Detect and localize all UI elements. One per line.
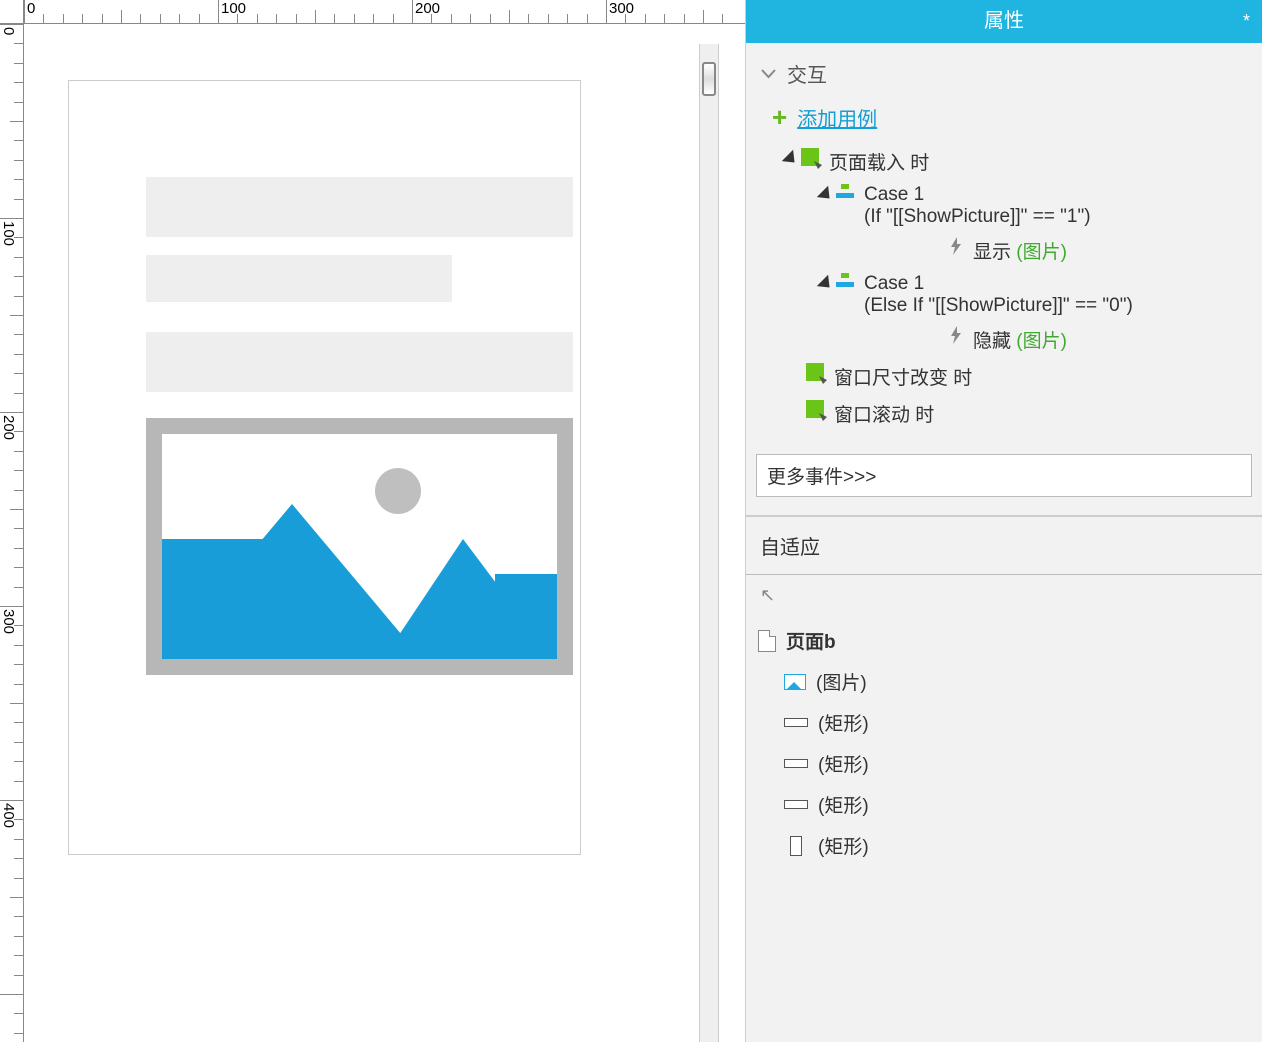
outline-item-label: (矩形) (818, 832, 869, 859)
outline-panel: 页面b (图片) (矩形) (矩形) (矩形) (矩形) (746, 616, 1262, 886)
artboard[interactable] (68, 80, 581, 855)
chevron-down-icon (760, 65, 777, 82)
popout-icon[interactable]: ↖ (760, 585, 775, 605)
outline-item[interactable]: (矩形) (754, 784, 1254, 825)
action-show-target: (图片) (1016, 242, 1067, 263)
design-surface[interactable] (24, 24, 745, 1042)
event-page-load[interactable]: 页面载入 时 (756, 143, 1252, 180)
action-hide[interactable]: 隐藏 (图片) (821, 321, 1252, 358)
expand-triangle-icon[interactable] (782, 150, 800, 168)
case-icon (836, 273, 854, 287)
action-hide-label: 隐藏 (973, 331, 1011, 352)
adaptive-label: 自适应 (760, 537, 820, 559)
event-icon (806, 363, 824, 381)
case-icon (836, 184, 854, 198)
placeholder-rect-1[interactable] (146, 177, 573, 237)
add-case-button[interactable]: + 添加用例 (746, 96, 1262, 139)
more-events-button[interactable]: 更多事件>>> (756, 454, 1252, 497)
outline-toolbar[interactable]: ↖ (746, 574, 1262, 616)
panel-title-bar[interactable]: 属性 * (746, 0, 1262, 43)
add-case-label: 添加用例 (797, 103, 877, 132)
outline-page-name: 页面b (786, 627, 836, 654)
outline-item-label: (矩形) (818, 709, 869, 736)
event-label: 页面载入 时 (829, 148, 929, 175)
adaptive-section-header[interactable]: 自适应 (746, 516, 1262, 574)
more-events-label: 更多事件>>> (767, 467, 876, 488)
case-name: Case 1 (864, 273, 1133, 295)
outline-item[interactable]: (矩形) (754, 825, 1254, 866)
rectangle-icon (784, 800, 808, 809)
event-label: 窗口滚动 时 (834, 400, 934, 427)
rectangle-icon (784, 718, 808, 727)
action-show[interactable]: 显示 (图片) (821, 232, 1252, 269)
bolt-icon (949, 237, 963, 255)
outline-item-label: (矩形) (818, 791, 869, 818)
rectangle-icon (784, 759, 808, 768)
panel-collapse-handle[interactable] (702, 62, 716, 96)
case-name: Case 1 (864, 184, 1091, 206)
canvas-area[interactable]: 0100200300 0100200300400 (0, 0, 745, 1042)
placeholder-rect-2[interactable] (146, 255, 452, 302)
outline-page-row[interactable]: 页面b (754, 620, 1254, 661)
image-placeholder-icon (162, 434, 557, 659)
outline-item[interactable]: (矩形) (754, 702, 1254, 743)
expand-triangle-icon[interactable] (817, 275, 835, 293)
plus-icon: + (772, 102, 787, 133)
scrollbar-gutter[interactable] (699, 44, 719, 1042)
outline-item[interactable]: (矩形) (754, 743, 1254, 784)
rectangle-icon (790, 836, 802, 856)
vertical-ruler[interactable]: 0100200300400 (0, 24, 24, 1042)
case-1[interactable]: Case 1 (If "[[ShowPicture]]" == "1") (821, 180, 1252, 232)
outline-item-label: (图片) (816, 668, 867, 695)
outline-item[interactable]: (图片) (754, 661, 1254, 702)
ruler-corner (0, 0, 24, 24)
event-icon (801, 148, 819, 166)
event-icon (806, 400, 824, 418)
interaction-label: 交互 (787, 59, 827, 88)
interaction-section: 交互 + 添加用例 页面载入 时 Case 1 (If "[[ShowPictu… (746, 43, 1262, 516)
interaction-section-header[interactable]: 交互 (746, 51, 1262, 96)
image-widget[interactable] (146, 418, 573, 675)
page-icon (758, 630, 776, 652)
event-window-scroll[interactable]: 窗口滚动 时 (756, 395, 1252, 432)
action-show-label: 显示 (973, 242, 1011, 263)
case-condition: (If "[[ShowPicture]]" == "1") (864, 206, 1091, 228)
outline-item-label: (矩形) (818, 750, 869, 777)
modified-indicator: * (1243, 0, 1250, 43)
panel-title-text: 属性 (984, 10, 1024, 32)
horizontal-ruler[interactable]: 0100200300 (24, 0, 745, 24)
case-condition: (Else If "[[ShowPicture]]" == "0") (864, 295, 1133, 317)
properties-panel: 属性 * 交互 + 添加用例 页面载入 时 (745, 0, 1262, 1042)
image-icon (784, 674, 806, 690)
expand-triangle-icon[interactable] (817, 186, 835, 204)
action-hide-target: (图片) (1016, 331, 1067, 352)
case-2[interactable]: Case 1 (Else If "[[ShowPicture]]" == "0"… (821, 269, 1252, 321)
event-window-resize[interactable]: 窗口尺寸改变 时 (756, 358, 1252, 395)
bolt-icon (949, 326, 963, 344)
interaction-tree: 页面载入 时 Case 1 (If "[[ShowPicture]]" == "… (746, 139, 1262, 444)
event-label: 窗口尺寸改变 时 (834, 363, 972, 390)
placeholder-rect-3[interactable] (146, 332, 573, 392)
